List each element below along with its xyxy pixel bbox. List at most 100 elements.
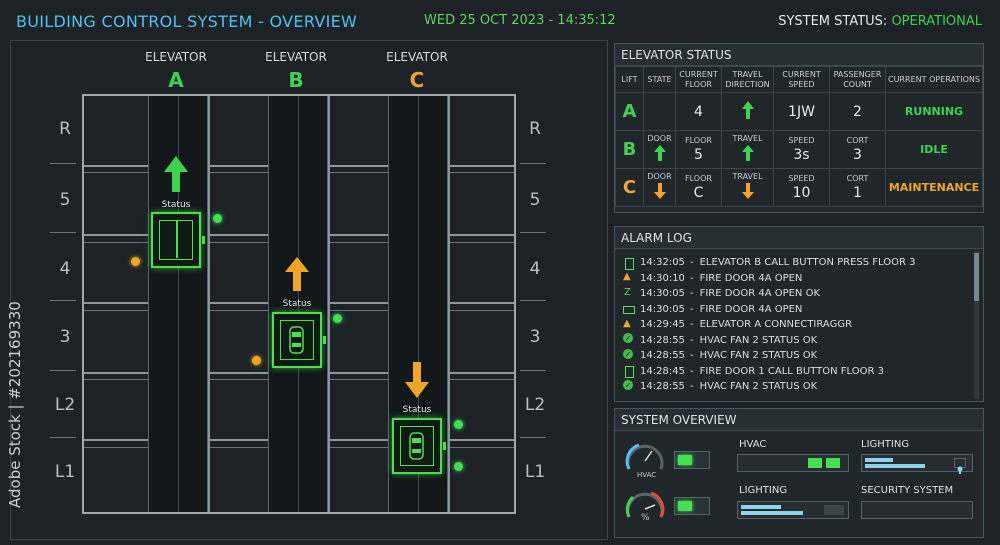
- arrow-down-icon: [653, 183, 666, 199]
- cell-label: DOOR: [647, 172, 672, 181]
- elevator-car-b[interactable]: [272, 312, 326, 368]
- system-status-label: SYSTEM STATUS:: [778, 14, 888, 29]
- column-header: PASSENGER COUNT: [829, 66, 886, 93]
- car-status-label: Status: [402, 405, 432, 415]
- cell-value: 10: [792, 185, 811, 201]
- panel-title: SYSTEM OVERVIEW: [615, 409, 983, 431]
- floor-label-right: L2: [524, 395, 546, 415]
- status-indicator-dot: [213, 214, 222, 223]
- elevator-car-c[interactable]: [392, 418, 446, 474]
- arrow-up-icon: [285, 257, 309, 291]
- system-overview-panel: SYSTEM OVERVIEW HVAC % HVAC LIGHTING LIG…: [614, 408, 984, 538]
- shaft-header-a: ELEVATOR A: [116, 50, 236, 92]
- list-item[interactable]: 14:29:45-ELEVATOR A CONNECTIRAGGR: [623, 317, 971, 333]
- cell-value: 5: [694, 147, 703, 163]
- security-status-bar: [861, 501, 973, 519]
- lift-id: B: [615, 130, 644, 169]
- cell-label: FLOOR: [685, 136, 712, 145]
- table-row[interactable]: A 4 1JW 2 RUNNING: [615, 92, 983, 131]
- floor-tick: [50, 232, 76, 233]
- column-header: TRAVEL DIRECTION: [721, 66, 774, 93]
- cell-value: 3s: [793, 147, 810, 163]
- speed-cell: SPEED 3s: [773, 130, 830, 169]
- operation-cell: MAINTENANCE: [885, 168, 983, 207]
- floor-label-right: 5: [529, 190, 541, 210]
- list-item[interactable]: 14:30:05- FIRE DOOR 4A OPEN: [623, 302, 971, 318]
- list-item[interactable]: 14:28:55-HVAC FAN 2 STATUS OK: [623, 333, 971, 349]
- floor-cell: FLOOR C: [675, 168, 722, 207]
- shaft-name: ELEVATOR: [145, 50, 207, 64]
- alarm-time: 14:28:55: [640, 334, 685, 346]
- status-indicator-dot: [454, 462, 463, 471]
- list-item[interactable]: 14:28:55-HVAC FAN 2 STATUS OK: [623, 379, 971, 395]
- alarm-time: 14:29:45: [640, 319, 685, 331]
- zigzag-icon: [623, 287, 635, 299]
- alarm-time: 14:28:45: [640, 365, 685, 377]
- hvac-label: HVAC: [739, 439, 767, 450]
- scrollbar-thumb[interactable]: [974, 253, 979, 301]
- warning-icon: [623, 318, 635, 330]
- watermark: Adobe Stock | #202169330: [6, 301, 24, 508]
- shaft-name: ELEVATOR: [386, 50, 448, 64]
- floor-label-right: R: [529, 119, 541, 139]
- list-item[interactable]: 14:30:05-FIRE DOOR 4A OPEN OK: [623, 286, 971, 302]
- column-divider: [448, 96, 450, 512]
- check-icon: [623, 348, 635, 361]
- alarm-text: FIRE DOOR 1 CALL BUTTON FLOOR 3: [699, 365, 884, 377]
- cell-label: TRAVEL: [732, 172, 763, 181]
- call-indicator-dot: [131, 257, 140, 266]
- alarm-time: 14:30:05: [640, 303, 685, 315]
- count-cell: CORT 1: [829, 168, 886, 207]
- alarm-text: ELEVATOR B CALL BUTTON PRESS FLOOR 3: [699, 257, 916, 269]
- alarm-text: ELEVATOR A CONNECTIRAGGR: [699, 319, 853, 331]
- list-item[interactable]: 14:32:05- ELEVATOR B CALL BUTTON PRESS FL…: [623, 255, 971, 271]
- floor-tick: [520, 232, 546, 233]
- list-item[interactable]: 14:30:10-FIRE DOOR 4A OPEN: [623, 271, 971, 287]
- elevator-car-a[interactable]: [151, 212, 205, 268]
- cell-value: 3: [853, 147, 862, 163]
- floor-label-left: 3: [59, 327, 71, 347]
- panel-title: ELEVATOR STATUS: [615, 44, 983, 66]
- travel-cell: TRAVEL: [721, 130, 774, 169]
- hvac-status-bar: [737, 454, 849, 472]
- elevator-status-table: LIFT STATE CURRENT FLOOR TRAVEL DIRECTIO…: [615, 66, 983, 207]
- cell-value: C: [693, 185, 704, 201]
- column-divider: [328, 96, 330, 512]
- cell-value: 1: [853, 185, 862, 201]
- floor-tick: [520, 370, 546, 371]
- list-item[interactable]: 14:28:55-HVAC FAN 2 STATUS OK: [623, 348, 971, 364]
- alarm-text: FIRE DOOR 4A OPEN OK: [699, 288, 821, 300]
- car-status-label: Status: [161, 200, 191, 210]
- status-indicator-dot: [454, 420, 463, 429]
- cell-label: CORT: [846, 174, 869, 183]
- floor-label-left: L1: [54, 462, 76, 482]
- secondary-toggle[interactable]: [674, 497, 710, 515]
- floor-label-right: 4: [529, 259, 541, 279]
- alarm-time: 14:30:10: [640, 272, 685, 284]
- gauge-label: HVAC: [637, 471, 657, 479]
- state-cell: DOOR: [643, 168, 676, 207]
- floor-tick: [50, 437, 76, 438]
- call-indicator-dot: [252, 356, 261, 365]
- table-row[interactable]: B DOOR FLOOR 5 TRAVEL SPEED 3s CORT 3 IDLE: [615, 130, 983, 169]
- floor-cell: 4: [675, 92, 722, 131]
- alarm-text: FIRE DOOR 4A OPEN: [699, 303, 803, 315]
- cell-label: DOOR: [647, 134, 672, 143]
- lift-id: C: [615, 168, 644, 207]
- shaft-header-b: ELEVATOR B: [236, 50, 356, 92]
- hvac-toggle[interactable]: [674, 451, 710, 469]
- list-item[interactable]: 14:28:45- FIRE DOOR 1 CALL BUTTON FLOOR 3: [623, 364, 971, 380]
- column-divider: [208, 96, 210, 512]
- floor-tick: [50, 370, 76, 371]
- door-icon: [623, 304, 635, 315]
- table-row[interactable]: C DOOR FLOOR C TRAVEL SPEED 10 CORT 1 MAINT…: [615, 168, 983, 207]
- travel-cell: TRAVEL: [721, 168, 774, 207]
- status-indicator-dot: [333, 314, 342, 323]
- alarm-scrollbar[interactable]: [974, 251, 979, 399]
- floor-cell: FLOOR 5: [675, 130, 722, 169]
- lighting-label: LIGHTING: [861, 439, 910, 450]
- alarm-time: 14:28:55: [640, 350, 685, 362]
- alarm-log-panel: ALARM LOG 14:32:05- ELEVATOR B CALL BUTTO…: [614, 226, 984, 402]
- panel-title: ALARM LOG: [615, 227, 983, 249]
- arrow-down-icon: [405, 362, 429, 398]
